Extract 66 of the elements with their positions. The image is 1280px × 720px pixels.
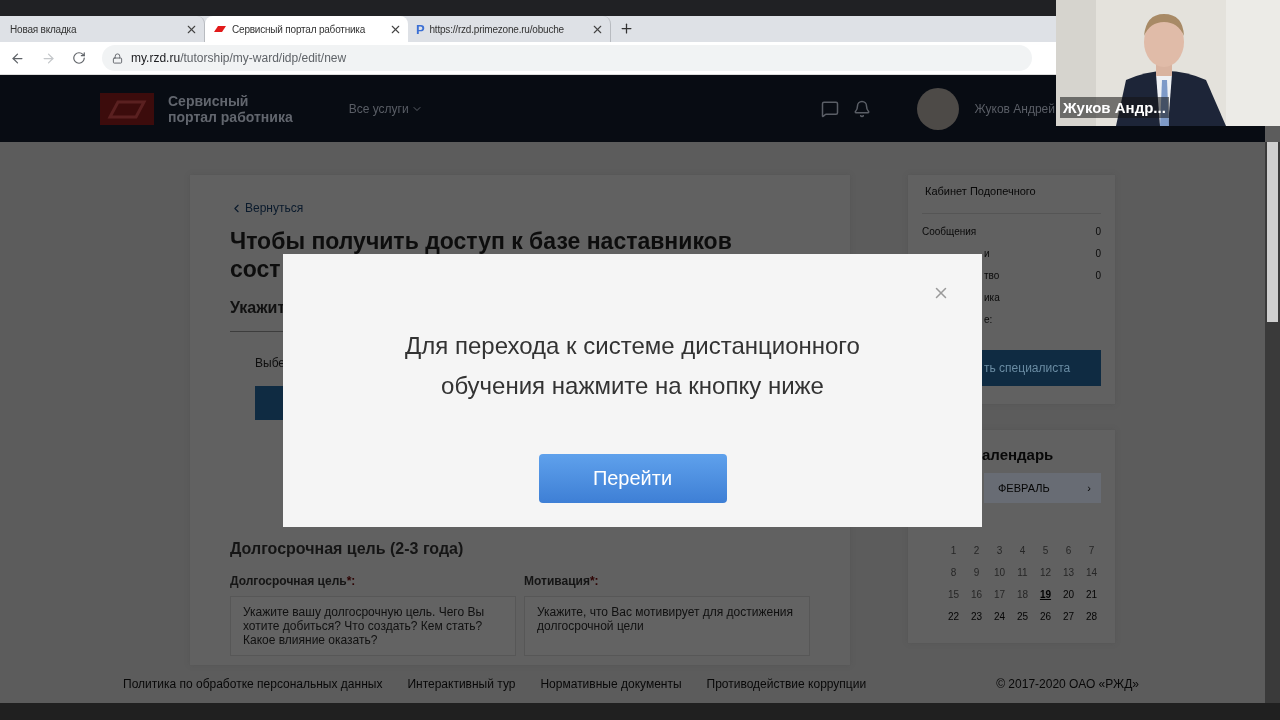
calendar-day[interactable]: 24 xyxy=(988,609,1011,625)
footer-link[interactable]: Противодействие коррупции xyxy=(706,677,867,691)
next-month-button[interactable]: › xyxy=(1087,482,1091,494)
calendar-day[interactable]: 3 xyxy=(988,543,1011,559)
calendar-day[interactable]: 14 xyxy=(1080,565,1103,581)
field-label: Долгосрочная цель*: xyxy=(230,574,357,588)
calendar-day[interactable]: 23 xyxy=(965,609,988,625)
calendar-day[interactable]: 12 xyxy=(1034,565,1057,581)
user-avatar[interactable] xyxy=(916,87,959,130)
calendar-day[interactable]: 13 xyxy=(1057,565,1080,581)
calendar-day[interactable]: 18 xyxy=(1011,587,1034,603)
month-name: ФЕВРАЛЬ xyxy=(998,482,1050,494)
text-area[interactable]: Укажите, что Вас мотивирует для достижения долгосрочной цели xyxy=(524,596,810,656)
field-label: Мотивация*: xyxy=(524,574,600,588)
browser-tab[interactable]: Сервисный портал работника xyxy=(205,16,408,42)
go-button[interactable]: Перейти xyxy=(538,454,727,503)
bell-icon[interactable] xyxy=(852,99,871,118)
calendar-day[interactable]: 20 xyxy=(1057,587,1080,603)
url-text: my.rzd.ru/tutorship/my-ward/idp/edit/new xyxy=(131,51,347,65)
railway-logo-icon xyxy=(213,24,227,34)
user-name: Жуков Андрей xyxy=(974,101,1055,116)
calendar-day[interactable]: 19 xyxy=(1034,587,1057,603)
card-title: алендарь xyxy=(981,446,1055,463)
reload-icon[interactable] xyxy=(72,51,86,65)
item-count: 0 xyxy=(1095,270,1101,283)
portal-name: портал работника xyxy=(168,108,293,125)
footer-link[interactable]: Интерактивный тур xyxy=(407,677,516,691)
calendar-day[interactable]: 28 xyxy=(1080,609,1103,625)
item-count: 0 xyxy=(1095,248,1101,261)
portal-name: Сервисный xyxy=(168,92,250,109)
calendar-day[interactable]: 25 xyxy=(1011,609,1034,625)
menu-item[interactable]: Сообщения xyxy=(922,226,977,248)
card-title: Кабинет Подопечного xyxy=(922,185,1101,214)
chat-icon[interactable] xyxy=(820,99,839,118)
select-field[interactable]: Выбе xyxy=(255,350,286,376)
scrollbar[interactable] xyxy=(1265,142,1280,703)
calendar-day[interactable]: 22 xyxy=(942,609,965,625)
item-count: 0 xyxy=(1095,226,1101,239)
new-tab-icon[interactable] xyxy=(619,21,634,36)
back-link[interactable]: Вернуться xyxy=(230,201,304,215)
address-field[interactable]: my.rzd.ru/tutorship/my-ward/idp/edit/new xyxy=(102,45,1032,71)
calendar-day[interactable]: 15 xyxy=(942,587,965,603)
participant-name: Жуков Андр... xyxy=(1060,97,1169,118)
lock-icon xyxy=(112,52,123,64)
calendar-day[interactable]: 27 xyxy=(1057,609,1080,625)
section-heading: Долгосрочная цель (2-3 года) xyxy=(230,540,464,558)
copyright: © 2017-2020 ОАО «РЖД» xyxy=(996,677,1139,691)
page-heading: сост xyxy=(230,255,282,283)
menu-item[interactable]: е: xyxy=(984,314,993,336)
calendar-day[interactable]: 26 xyxy=(1034,609,1057,625)
menu-item[interactable]: тво xyxy=(984,270,1000,292)
calendar-day[interactable]: 4 xyxy=(1011,543,1034,559)
footer-link[interactable]: Политика по обработке персональных данных xyxy=(123,677,383,691)
calendar-day[interactable]: 16 xyxy=(965,587,988,603)
calendar-day[interactable]: 1 xyxy=(942,543,965,559)
site-icon: P xyxy=(416,21,425,37)
menu-item[interactable]: ика xyxy=(984,292,1000,314)
services-menu[interactable]: Все услуги xyxy=(348,101,423,116)
calendar-day[interactable]: 8 xyxy=(942,565,965,581)
page-heading: Чтобы получить доступ к базе наставников xyxy=(230,227,732,255)
text-area[interactable]: Укажите вашу долгосрочную цель. Чего Вы хотите добиться? Что создать? Кем стать? Какое влияние оказать? xyxy=(230,596,516,656)
scroll-thumb[interactable] xyxy=(1267,142,1278,322)
footer-link[interactable]: Нормативные документы xyxy=(540,677,682,691)
calendar-day[interactable]: 21 xyxy=(1080,587,1103,603)
menu-item[interactable]: и xyxy=(984,248,990,270)
modal-message: Для перехода к системе дистанционного обучения нажмите на кнопку ниже xyxy=(405,331,860,401)
